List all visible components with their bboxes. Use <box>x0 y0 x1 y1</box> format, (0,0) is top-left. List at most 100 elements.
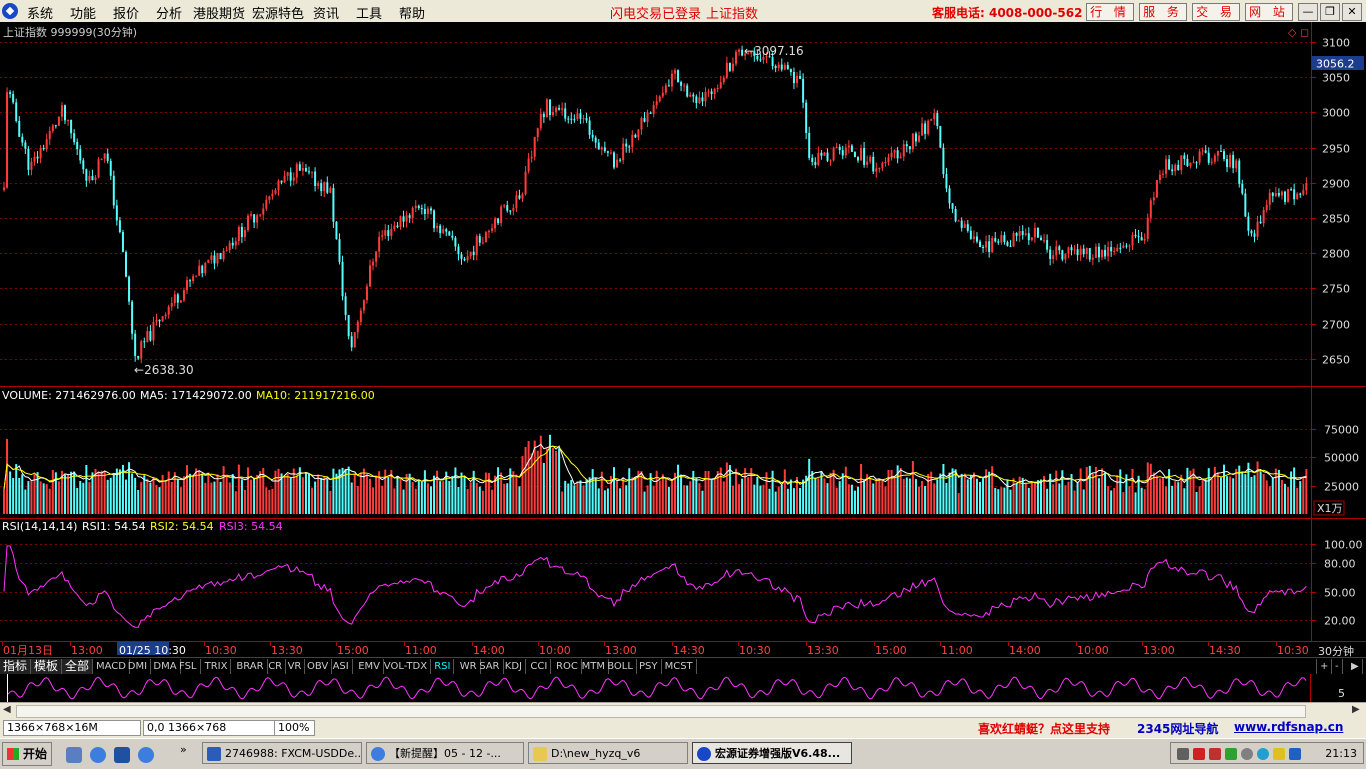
candle-body <box>112 175 115 206</box>
candle-body <box>387 230 390 236</box>
chart-area[interactable]: 上证指数 999999(30分钟) ◇ ◻ 3056.2 ←3097.16 ←2… <box>0 22 1366 668</box>
indicator-tab-emv[interactable]: EMV <box>355 659 384 674</box>
scroll-right-icon[interactable]: ▶ <box>1352 704 1360 715</box>
period-label[interactable]: 30分钟 <box>1318 644 1354 658</box>
menu-news[interactable]: 资讯 <box>313 3 339 22</box>
ie-icon[interactable] <box>90 747 106 763</box>
horizontal-scrollbar[interactable]: ◀ ▶ <box>0 702 1366 719</box>
network-icon[interactable] <box>1225 748 1237 760</box>
indicator-tab-kdj[interactable]: KDJ <box>502 659 527 674</box>
next-indicator-button[interactable]: ▶ <box>1348 659 1363 674</box>
start-button[interactable]: 开始 <box>2 742 52 766</box>
volume-bar <box>850 484 853 514</box>
volume-bar <box>1067 481 1070 514</box>
volume-bar <box>179 487 182 514</box>
candle-body <box>1036 227 1039 238</box>
close-button[interactable]: ✕ <box>1342 3 1362 21</box>
candle-body <box>198 265 201 276</box>
indicator-tab-vr[interactable]: VR <box>285 659 306 674</box>
tab-indicator[interactable]: 指标 <box>0 659 32 674</box>
candle-body <box>491 228 493 231</box>
keyboard-icon[interactable] <box>1177 748 1189 760</box>
quicklaunch-more-icon[interactable]: » <box>180 743 187 756</box>
alert-icon[interactable] <box>1273 748 1285 760</box>
candle-body <box>384 230 387 236</box>
candle-body <box>963 224 966 228</box>
menu-analysis[interactable]: 分析 <box>156 3 182 22</box>
candle-body <box>189 280 192 282</box>
task-fxcm[interactable]: 2746988: FXCM-USDDe... <box>202 742 362 764</box>
menu-quote[interactable]: 报价 <box>113 3 139 22</box>
volume-bar <box>484 472 487 514</box>
sound-icon[interactable] <box>1241 748 1253 760</box>
indicator-tab-obv[interactable]: OBV <box>304 659 333 674</box>
volume-bar <box>643 491 646 514</box>
task-reminder[interactable]: 【新提醒】05 - 12 -... <box>366 742 524 764</box>
indicator-tab-fsl[interactable]: FSL <box>176 659 201 674</box>
input-method-icon[interactable] <box>1193 748 1205 760</box>
shield-icon[interactable] <box>1289 748 1301 760</box>
overview-strip[interactable]: 5 <box>0 674 1366 702</box>
show-desktop-icon[interactable] <box>66 747 82 763</box>
scroll-left-icon[interactable]: ◀ <box>3 704 11 715</box>
indicator-tab-psy[interactable]: PSY <box>636 659 662 674</box>
trade-button[interactable]: 交 易 <box>1192 3 1240 21</box>
volume-bar <box>45 484 48 514</box>
menu-hk-futures[interactable]: 港股期货 <box>193 3 245 22</box>
window-icon[interactable] <box>114 747 130 763</box>
security-icon[interactable] <box>1209 748 1221 760</box>
promo-link[interactable]: 喜欢红蜻蜓？点这里支持 <box>978 720 1110 737</box>
indicator-tab-cr[interactable]: CR <box>265 659 287 674</box>
menu-hongyuan-special[interactable]: 宏源特色 <box>252 3 304 22</box>
tab-all[interactable]: 全部 <box>62 659 94 674</box>
kline-chart[interactable]: 上证指数 999999(30分钟) ◇ ◻ 3056.2 ←3097.16 ←2… <box>0 22 1366 668</box>
time-tick-label: 01/25 10:30 <box>119 644 186 657</box>
add-indicator-button[interactable]: + <box>1316 659 1333 674</box>
indicator-tab-asi[interactable]: ASI <box>330 659 353 674</box>
volume-ma5-label: MA5: 171429072.00 <box>140 389 252 402</box>
remove-indicator-button[interactable]: - <box>1332 659 1343 674</box>
volume-bar <box>1003 487 1006 514</box>
volume-bar <box>204 482 207 514</box>
candle-body <box>640 118 643 130</box>
minimize-button[interactable]: — <box>1298 3 1318 21</box>
service-button[interactable]: 服 务 <box>1139 3 1187 21</box>
volume-bar <box>243 489 246 514</box>
menu-tools[interactable]: 工具 <box>356 3 382 22</box>
task-folder[interactable]: D:\new_hyzq_v6 <box>528 742 688 764</box>
site-link[interactable]: www.rdfsnap.cn <box>1234 720 1343 734</box>
indicator-tab-sar[interactable]: SAR <box>476 659 504 674</box>
indicator-tab-rsi[interactable]: RSI <box>431 659 455 674</box>
indicator-tab-brar[interactable]: BRAR <box>233 659 268 674</box>
candle-body <box>1061 250 1064 260</box>
nav-link[interactable]: 2345网址导航 <box>1137 720 1218 737</box>
indicator-tab-boll[interactable]: BOLL <box>604 659 637 674</box>
indicator-tab-roc[interactable]: ROC <box>553 659 582 674</box>
candle-body <box>173 294 176 304</box>
candle-body <box>994 238 997 242</box>
indicator-tab-mcst[interactable]: MCST <box>662 659 697 674</box>
indicator-tab-voltdx[interactable]: VOL-TDX <box>381 659 432 674</box>
volume-bar <box>1040 479 1042 514</box>
candle-body <box>442 229 445 234</box>
menu-system[interactable]: 系统 <box>27 3 53 22</box>
scroll-thumb[interactable] <box>16 705 1306 718</box>
indicator-tab-dmi[interactable]: DMI <box>125 659 152 674</box>
market-button[interactable]: 行 情 <box>1086 3 1134 21</box>
menu-function[interactable]: 功能 <box>70 3 96 22</box>
task-hongyuan[interactable]: 宏源证券增强版V6.48... <box>692 742 852 764</box>
volume-bar <box>914 479 917 514</box>
indicator-tab-trix[interactable]: TRIX <box>202 659 232 674</box>
candle-body <box>570 118 573 120</box>
website-button[interactable]: 网 站 <box>1245 3 1293 21</box>
chart-corner-icons[interactable]: ◇ ◻ <box>1288 26 1309 39</box>
menu-help[interactable]: 帮助 <box>399 3 425 22</box>
update-icon[interactable] <box>1257 748 1269 760</box>
volume-bar <box>1274 468 1277 514</box>
indicator-tab-cci[interactable]: CCI <box>527 659 552 674</box>
restore-button[interactable]: ❐ <box>1320 3 1340 21</box>
candle-body <box>295 164 298 178</box>
volume-bar <box>9 471 12 514</box>
tab-template[interactable]: 模板 <box>31 659 63 674</box>
browser-icon[interactable] <box>138 747 154 763</box>
